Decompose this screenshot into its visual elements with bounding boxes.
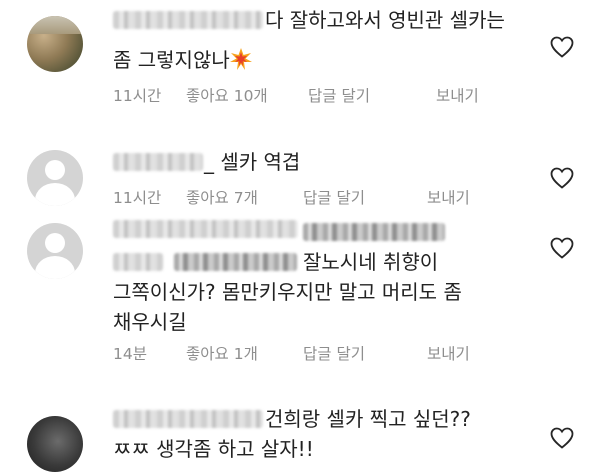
comment-1: 다 잘하고와서 영빈관 셀카는 좀 그렇지않나 11시간 좋아요 10개 답글 … (0, 0, 600, 115)
reply-button[interactable]: 답글 달기 (303, 186, 365, 210)
likes-count[interactable]: 좋아요 1개 (186, 342, 258, 366)
default-user-avatar-icon[interactable] (27, 150, 83, 206)
comment-text-line1: 건희랑 셀카 찍고 싶던?? (265, 407, 471, 431)
comment-text-line1: _ 셀카 역겹 (204, 150, 301, 174)
comment-time[interactable]: 11시간 (113, 84, 161, 108)
default-user-avatar-icon[interactable] (27, 223, 83, 279)
blurred-mention[interactable] (174, 253, 297, 271)
heart-outline-icon[interactable] (550, 427, 574, 449)
avatar[interactable] (27, 16, 83, 72)
blurred-mention-prefix[interactable] (113, 253, 163, 271)
avatar-head (45, 233, 65, 253)
heart-outline-icon[interactable] (550, 237, 574, 259)
comment-meta: 11시간 좋아요 7개 답글 달기 보내기 (113, 186, 513, 210)
avatar[interactable] (27, 416, 83, 472)
avatar-photo-sky (27, 16, 83, 34)
comment-meta: 14분 좋아요 1개 답글 달기 보내기 (113, 342, 513, 366)
blurred-mention[interactable] (303, 223, 445, 241)
comment-3: 잘노시네 취향이 그쪽이신가? 몸만키우지만 말고 머리도 좀 채우시길 14분… (0, 215, 600, 375)
comment-meta: 11시간 좋아요 10개 답글 달기 보내기 (113, 84, 513, 108)
likes-count[interactable]: 좋아요 10개 (186, 84, 268, 108)
comment-text-line1: 잘노시네 취향이 (303, 250, 439, 274)
comment-text-line1: 다 잘하고와서 영빈관 셀카는 (265, 8, 505, 32)
comment-time[interactable]: 14분 (113, 342, 147, 366)
blurred-username[interactable] (113, 11, 263, 29)
blurred-username[interactable] (113, 220, 298, 238)
blurred-username[interactable] (113, 410, 263, 428)
heart-outline-icon[interactable] (550, 167, 574, 189)
send-button[interactable]: 보내기 (427, 342, 470, 366)
reply-button[interactable]: 답글 달기 (303, 342, 365, 366)
avatar-body (35, 183, 75, 206)
comment-text-line2-wrap: 좀 그렇지않나 (113, 45, 252, 75)
blurred-username[interactable] (113, 153, 203, 171)
comment-2: _ 셀카 역겹 11시간 좋아요 7개 답글 달기 보내기 (0, 115, 600, 215)
likes-count[interactable]: 좋아요 7개 (186, 186, 258, 210)
heart-outline-icon[interactable] (550, 36, 574, 58)
comment-text-line2: 좀 그렇지않나 (113, 48, 230, 72)
comment-text-line3: 채우시길 (113, 310, 187, 334)
reply-button[interactable]: 답글 달기 (308, 84, 370, 108)
send-button[interactable]: 보내기 (427, 186, 470, 210)
avatar-body (35, 256, 75, 279)
send-button[interactable]: 보내기 (436, 84, 479, 108)
avatar-head (45, 160, 65, 180)
comment-4: 건희랑 셀카 찍고 싶던?? ㅉㅉ 생각좀 하고 살자!! (0, 375, 600, 472)
collision-emoji-icon (229, 48, 252, 70)
comment-text-line2: 그쪽이신가? 몸만키우지만 말고 머리도 좀 (113, 280, 462, 304)
comment-text-line2: ㅉㅉ 생각좀 하고 살자!! (113, 437, 314, 461)
comment-time[interactable]: 11시간 (113, 186, 161, 210)
